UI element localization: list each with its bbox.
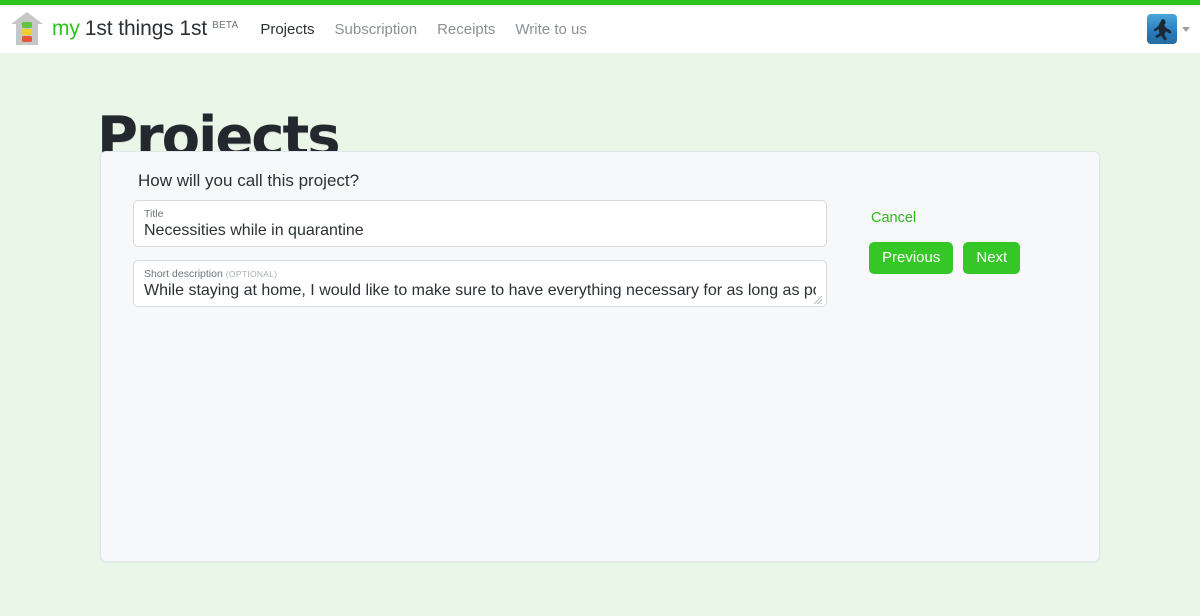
title-field-input[interactable]: Necessities while in quarantine	[144, 220, 816, 241]
brand-beta-badge: BETA	[212, 20, 239, 31]
brand-rest: 1st things 1st	[84, 17, 208, 40]
title-field-label: Title	[144, 208, 164, 220]
brand-text: my 1st things 1st BETA	[52, 17, 238, 41]
description-field-label-text: Short description	[144, 268, 223, 280]
description-field-label: Short description (OPTIONAL)	[144, 268, 816, 280]
nav-item-projects[interactable]: Projects	[260, 21, 314, 38]
description-field-input[interactable]: While staying at home, I would like to m…	[144, 280, 816, 301]
next-button[interactable]: Next	[963, 242, 1021, 274]
title-field[interactable]: Title Necessities while in quarantine	[133, 200, 827, 247]
user-menu[interactable]	[1147, 14, 1190, 44]
brand-logo-link[interactable]: my 1st things 1st BETA	[10, 11, 238, 47]
nav-item-receipts[interactable]: Receipts	[437, 21, 495, 38]
chevron-down-icon[interactable]	[1182, 26, 1190, 32]
nav-item-write-to-us[interactable]: Write to us	[515, 21, 586, 38]
button-row: Previous Next	[869, 242, 1021, 274]
previous-button[interactable]: Previous	[869, 242, 954, 274]
brand-my: my	[52, 17, 80, 40]
textarea-resize-handle[interactable]	[811, 292, 823, 305]
cancel-link[interactable]: Cancel	[871, 210, 1020, 226]
site-header: my 1st things 1st BETA Projects Subscrip…	[0, 5, 1200, 53]
avatar[interactable]	[1147, 14, 1177, 44]
description-field[interactable]: Short description (OPTIONAL) While stayin…	[133, 260, 827, 307]
house-icon	[10, 11, 44, 47]
nav-item-subscription[interactable]: Subscription	[335, 21, 418, 38]
form-question: How will you call this project?	[138, 171, 360, 190]
form-actions: Cancel Previous Next	[869, 210, 1021, 274]
project-form-card: How will you call this project? Title Ne…	[100, 151, 1100, 562]
description-field-optional-tag: (OPTIONAL)	[225, 269, 278, 279]
main-nav: Projects Subscription Receipts Write to …	[260, 21, 587, 38]
